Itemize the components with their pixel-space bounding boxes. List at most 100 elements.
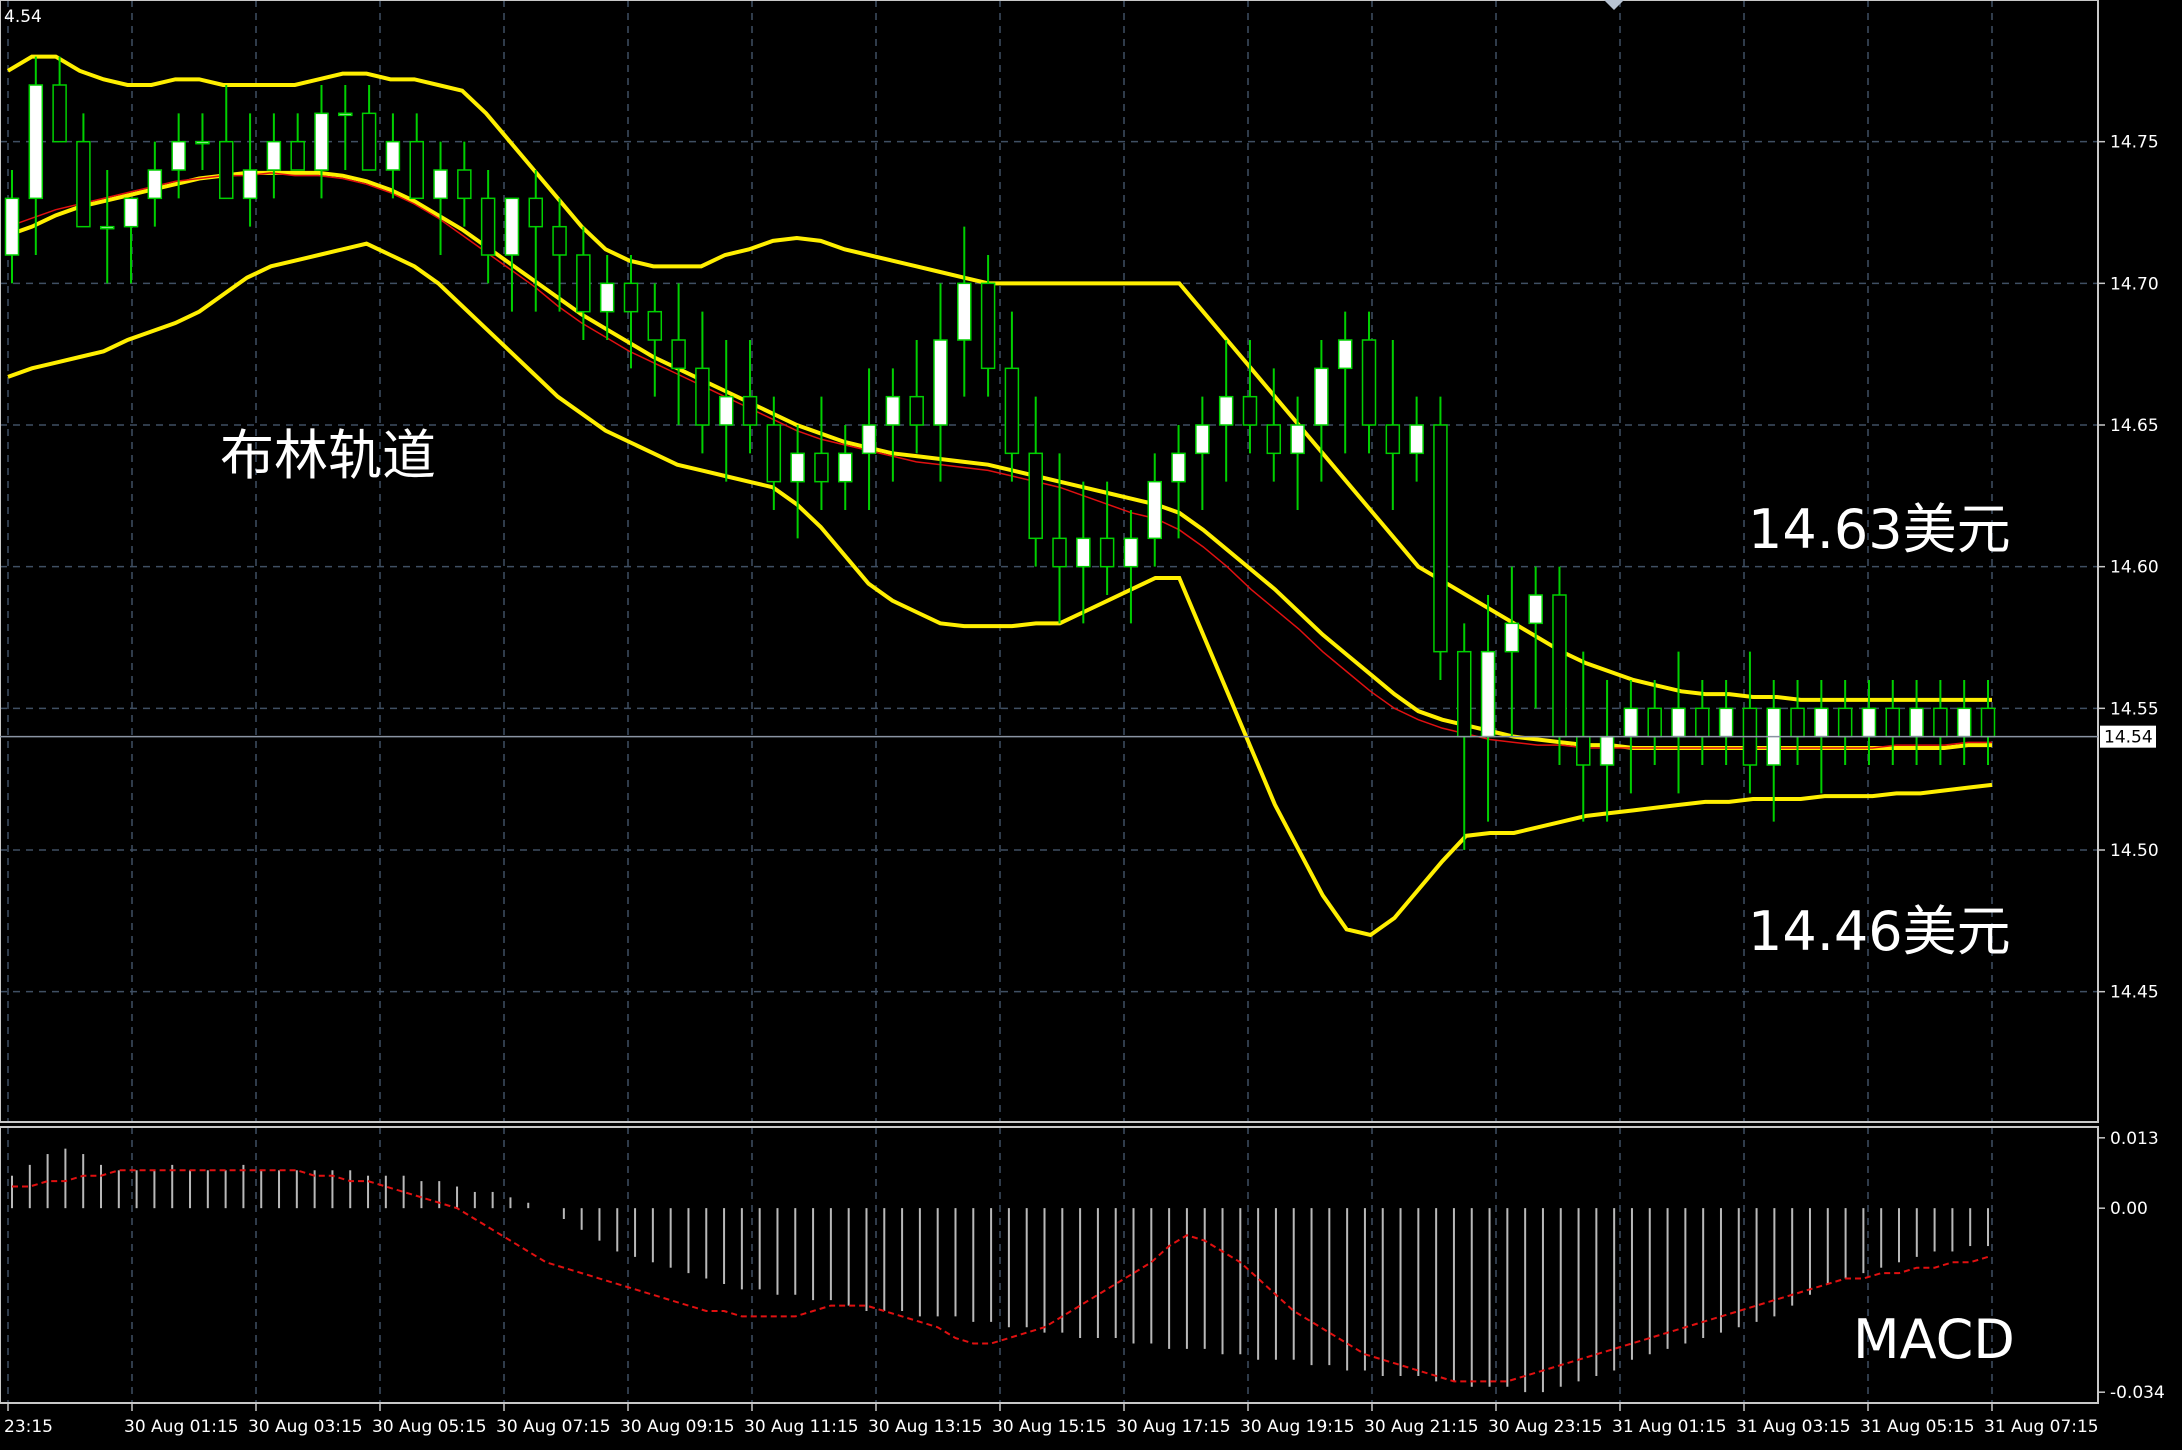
- candle-body: [242, 169, 258, 200]
- candle-body: [1314, 367, 1329, 426]
- macd-tick-label: 0.00: [2110, 1199, 2148, 1219]
- candle-body: [1885, 707, 1901, 738]
- x-tick-label: 30 Aug 21:15: [1364, 1417, 1479, 1437]
- candle-body: [1647, 707, 1662, 738]
- x-tick-label: 31 Aug 05:15: [1860, 1417, 1975, 1437]
- candle-body: [814, 452, 829, 483]
- x-tick-label: 31 Aug 01:15: [1612, 1417, 1727, 1437]
- candle-body: [219, 140, 234, 200]
- candle-body: [742, 395, 758, 426]
- candle-body: [1456, 650, 1472, 738]
- x-tick-label: 30 Aug 03:15: [248, 1417, 363, 1437]
- x-tick-label: 30 Aug 15:15: [992, 1417, 1107, 1437]
- candle-body: [885, 395, 901, 426]
- candle-body: [671, 339, 686, 370]
- candle-body: [1528, 594, 1543, 625]
- candle-body: [1576, 735, 1591, 766]
- candle-body: [195, 140, 210, 145]
- macd-tick-label: 0.013: [2110, 1129, 2159, 1149]
- candle-body: [433, 169, 448, 200]
- y-tick-label: 14.55: [2110, 699, 2159, 719]
- candle-body: [838, 452, 853, 483]
- candle-body: [1837, 707, 1853, 738]
- candle-body: [1480, 650, 1496, 738]
- candle-body: [123, 197, 139, 228]
- candle-body: [4, 197, 20, 256]
- candle-body: [1147, 480, 1162, 540]
- forex-chart: 14.54 14.75 14.70 14.65 14.60 14.55 14.50 14.4…: [0, 0, 2182, 1450]
- candle-body: [1218, 395, 1234, 426]
- candle-body: [1028, 452, 1043, 540]
- y-tick-label: 14.60: [2110, 558, 2159, 578]
- x-tick-label: 30 Aug 05:15: [372, 1417, 487, 1437]
- candle-body: [528, 197, 544, 228]
- y-tick-label: 14.70: [2110, 274, 2159, 294]
- candle-body: [552, 225, 567, 256]
- candle-body: [623, 282, 639, 313]
- candle-body: [980, 282, 996, 370]
- candle-body: [599, 282, 615, 313]
- candle-body: [909, 395, 924, 426]
- candle-body: [1433, 424, 1448, 653]
- candle-body: [718, 395, 734, 426]
- candle-body: [52, 84, 67, 143]
- macd-annotation: MACD: [1853, 1308, 2015, 1371]
- candle-body: [1814, 707, 1829, 738]
- candle-body: [647, 310, 663, 341]
- x-tick-label: 31 Aug 03:15: [1736, 1417, 1851, 1437]
- x-tick-label: 30 Aug 11:15: [744, 1417, 859, 1437]
- candle-body: [1337, 339, 1353, 370]
- candle-body: [409, 140, 424, 200]
- candle-body: [766, 424, 782, 483]
- bollinger-annotation: 布林轨道: [220, 424, 436, 487]
- candle-body: [957, 282, 972, 341]
- x-tick-label: 23:15: [4, 1417, 53, 1437]
- candle-body: [1099, 537, 1115, 568]
- candle-body: [1266, 424, 1282, 455]
- corner-price-label: 4.54: [4, 7, 42, 27]
- candle-body: [1933, 707, 1948, 738]
- candle-body: [1956, 707, 1972, 738]
- candle-body: [147, 169, 163, 200]
- x-tick-label: 30 Aug 09:15: [620, 1417, 735, 1437]
- macd-tick-label: -0.034: [2110, 1383, 2165, 1403]
- candle-body: [28, 84, 44, 200]
- candle-body: [1504, 622, 1520, 653]
- candle-body: [1861, 707, 1877, 738]
- candle-body: [457, 169, 472, 200]
- y-tick-label: 14.65: [2110, 416, 2159, 436]
- candle-body: [385, 140, 401, 171]
- upper-price-annotation: 14.63美元: [1748, 498, 2011, 561]
- y-tick-label: 14.50: [2110, 841, 2159, 861]
- x-tick-label: 30 Aug 17:15: [1116, 1417, 1231, 1437]
- candle-body: [266, 140, 282, 171]
- lower-price-annotation: 14.46美元: [1748, 900, 2011, 963]
- candle-body: [933, 339, 948, 426]
- candle-body: [338, 112, 353, 117]
- candle-body: [1195, 424, 1210, 455]
- candle-body: [1076, 537, 1091, 568]
- y-tick-label: 14.45: [2110, 983, 2159, 1003]
- x-tick-label: 30 Aug 23:15: [1488, 1417, 1603, 1437]
- candle-body: [1052, 537, 1067, 568]
- candle-body: [1385, 424, 1401, 455]
- current-price-value: 14.54: [2104, 728, 2153, 748]
- candle-body: [171, 140, 186, 171]
- candle-body: [314, 112, 329, 171]
- candle-body: [1718, 707, 1734, 738]
- candle-body: [99, 225, 115, 230]
- candle-body: [1695, 707, 1710, 738]
- candle-body: [1361, 339, 1377, 426]
- candle-body: [1004, 367, 1020, 455]
- candle-body: [790, 452, 805, 483]
- x-tick-label: 30 Aug 19:15: [1240, 1417, 1355, 1437]
- candle-body: [1980, 707, 1996, 738]
- y-tick-label: 14.75: [2110, 133, 2159, 153]
- x-tick-label: 30 Aug 07:15: [496, 1417, 611, 1437]
- candle-body: [1552, 594, 1567, 738]
- candle-body: [1671, 707, 1686, 738]
- candle-body: [1171, 452, 1186, 483]
- candle-body: [695, 367, 710, 426]
- candle-body: [504, 197, 520, 256]
- candle-body: [1242, 395, 1258, 426]
